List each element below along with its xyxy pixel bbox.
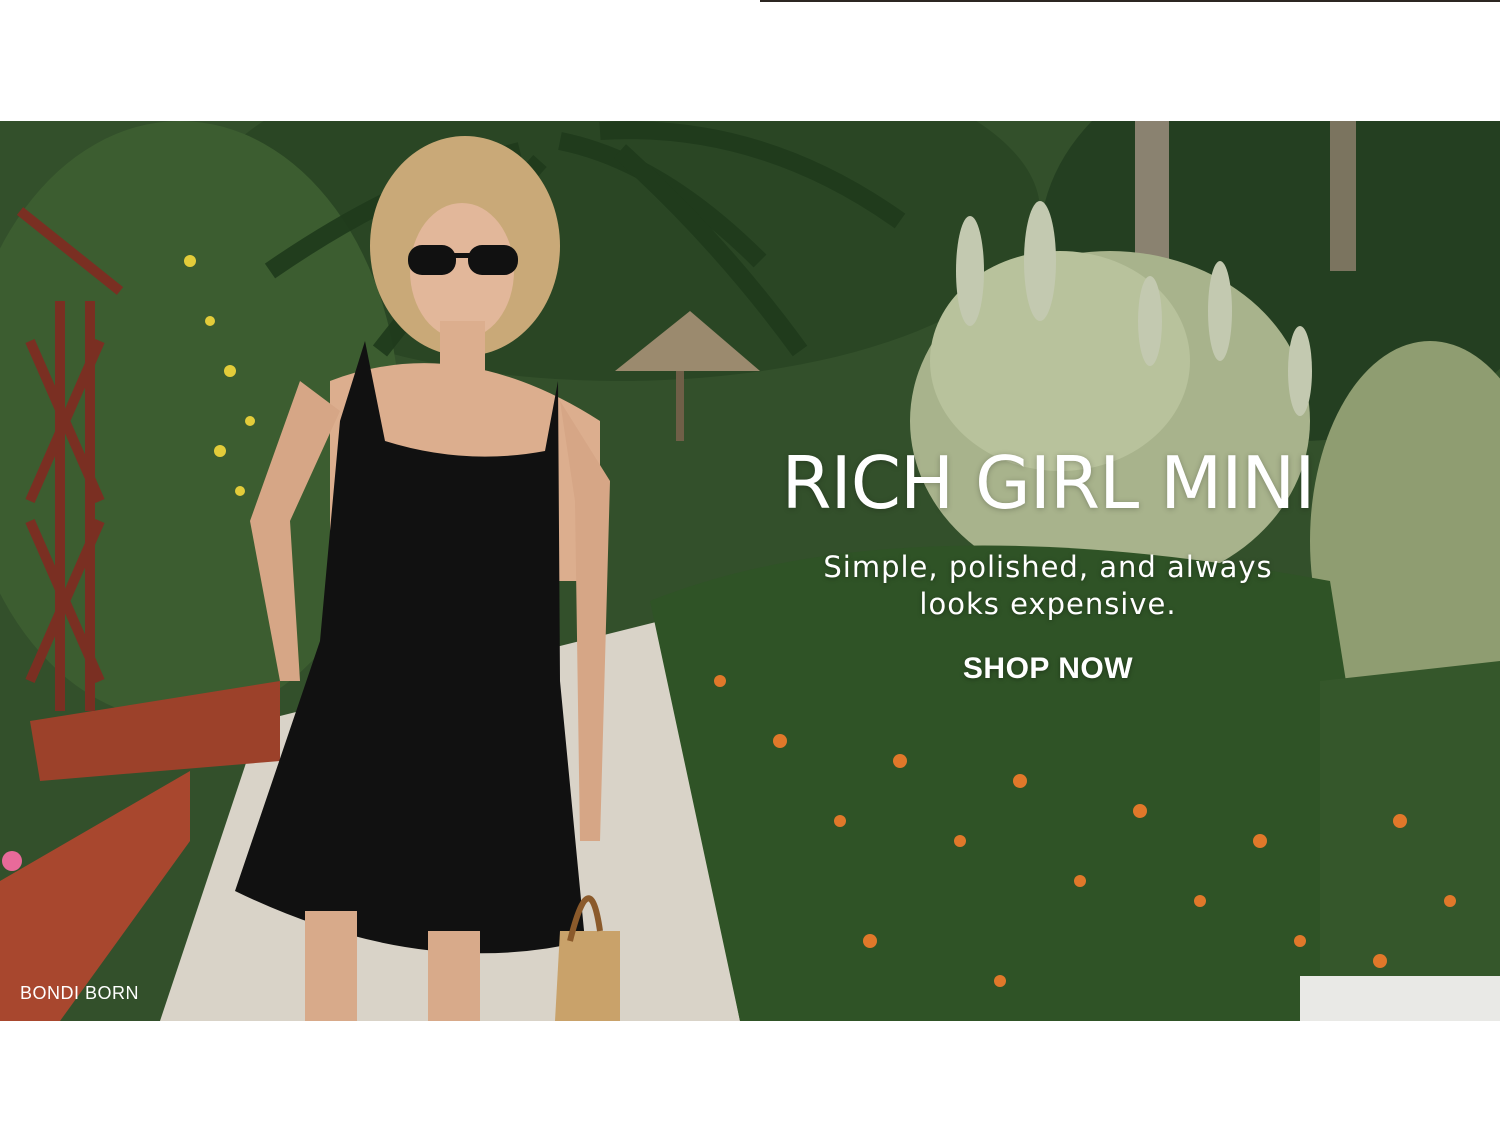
hero-banner[interactable]: RICH GIRL MINI Simple, polished, and alw… [0,121,1500,1021]
hero-headline: RICH GIRL MINI [781,441,1315,525]
top-divider [760,0,1500,2]
hero-subheadline: Simple, polished, and always looks expen… [780,549,1316,623]
subheadline-line-1: Simple, polished, and always [823,550,1273,584]
shop-now-link[interactable]: SHOP NOW [930,649,1166,689]
subheadline-line-2: looks expensive. [919,587,1177,621]
brand-caption: BONDI BORN [20,983,140,1003]
page: RICH GIRL MINI Simple, polished, and alw… [0,0,1500,1140]
